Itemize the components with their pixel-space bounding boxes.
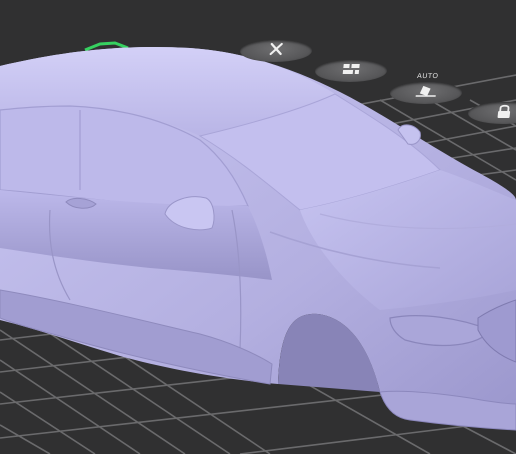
lock-icon bbox=[489, 103, 516, 124]
auto-orient-icon bbox=[411, 83, 441, 104]
build-plate-scene[interactable] bbox=[0, 0, 516, 454]
arrange-icon bbox=[336, 61, 366, 82]
3d-viewport[interactable]: AUTO bbox=[0, 0, 516, 454]
auto-label: AUTO bbox=[416, 73, 439, 80]
close-icon bbox=[261, 41, 291, 62]
